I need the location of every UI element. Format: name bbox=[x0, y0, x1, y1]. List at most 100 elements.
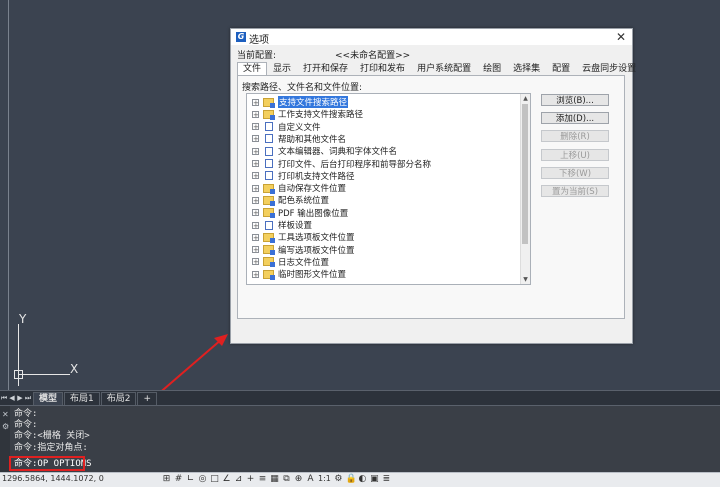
expand-icon[interactable]: + bbox=[252, 172, 259, 180]
tab-model[interactable]: 模型 bbox=[33, 391, 64, 405]
scroll-down-icon[interactable]: ▼ bbox=[521, 275, 530, 284]
tree-scrollbar[interactable]: ▲ ▼ bbox=[520, 94, 530, 284]
set-current-button[interactable]: 置为当前(S) bbox=[541, 185, 609, 197]
tree-item[interactable]: + 临时图形文件位置 bbox=[247, 268, 346, 280]
expand-icon[interactable]: + bbox=[252, 233, 259, 241]
close-command-icon[interactable]: ✕ bbox=[2, 410, 9, 419]
zoom-icon[interactable]: ⊕ bbox=[294, 474, 303, 484]
folder-icon bbox=[263, 97, 275, 108]
move-up-button[interactable]: 上移(U) bbox=[541, 149, 609, 161]
annotation-scale[interactable]: 1:1 bbox=[318, 474, 331, 484]
tree-item[interactable]: + 自定义文件 bbox=[247, 121, 321, 133]
tree-item-label: 帮助和其他文件名 bbox=[278, 134, 347, 145]
app-logo-icon: G bbox=[236, 32, 246, 42]
snap-icon[interactable]: ⊞ bbox=[162, 474, 171, 484]
first-tab-icon[interactable]: ⏮ bbox=[0, 394, 8, 403]
otrack-icon[interactable]: ∠ bbox=[222, 474, 231, 484]
tab-display[interactable]: 显示 bbox=[267, 62, 297, 75]
tab-plot-publish[interactable]: 打印和发布 bbox=[354, 62, 411, 75]
tab-user-preferences[interactable]: 用户系统配置 bbox=[411, 62, 477, 75]
tree-item[interactable]: + 打印文件、后台打印程序和前导部分名称 bbox=[247, 158, 431, 170]
expand-icon[interactable]: + bbox=[252, 123, 259, 131]
ortho-icon[interactable]: ∟ bbox=[186, 474, 195, 484]
status-bar: 1296.5864, 1444.1072, 0 ⊞ # ∟ ◎ □ ∠ ⊿ + … bbox=[0, 472, 720, 487]
expand-icon[interactable]: + bbox=[252, 209, 259, 217]
expand-icon[interactable]: + bbox=[252, 135, 259, 143]
tab-open-save[interactable]: 打开和保存 bbox=[297, 62, 354, 75]
command-history-line: 命令:指定对角点: bbox=[14, 442, 88, 453]
customize-icon[interactable]: ≣ bbox=[382, 474, 391, 484]
tree-item-label: 自定义文件 bbox=[278, 122, 321, 133]
expand-icon[interactable]: + bbox=[252, 98, 259, 106]
add-button[interactable]: 添加(D)... bbox=[541, 112, 609, 124]
lineweight-icon[interactable]: ≡ bbox=[258, 474, 267, 484]
expand-icon[interactable]: + bbox=[252, 184, 259, 192]
tab-selection[interactable]: 选择集 bbox=[507, 62, 546, 75]
selection-cycling-icon[interactable]: ⧉ bbox=[282, 474, 291, 484]
move-down-button[interactable]: 下移(W) bbox=[541, 167, 609, 179]
folder-icon bbox=[263, 232, 275, 243]
expand-icon[interactable]: + bbox=[252, 196, 259, 204]
ducs-icon[interactable]: ⊿ bbox=[234, 474, 243, 484]
expand-icon[interactable]: + bbox=[252, 147, 259, 155]
expand-icon[interactable]: + bbox=[252, 110, 259, 118]
browse-button[interactable]: 浏览(B)... bbox=[541, 94, 609, 106]
tab-layout2[interactable]: 布局2 bbox=[100, 391, 137, 405]
add-layout-icon[interactable]: + bbox=[137, 391, 158, 405]
tab-layout1[interactable]: 布局1 bbox=[64, 391, 100, 405]
polar-icon[interactable]: ◎ bbox=[198, 474, 207, 484]
expand-icon[interactable]: + bbox=[252, 160, 259, 168]
document-icon bbox=[265, 159, 273, 168]
tree-item[interactable]: + 文本编辑器、词典和字体文件名 bbox=[247, 145, 397, 157]
tree-item[interactable]: + 自动保存文件位置 bbox=[247, 182, 346, 194]
settings-icon[interactable]: ⚙ bbox=[2, 422, 9, 431]
scroll-up-icon[interactable]: ▲ bbox=[521, 94, 530, 103]
prev-tab-icon[interactable]: ◀ bbox=[8, 394, 16, 402]
command-history-line: 命令:<栅格 关闭> bbox=[14, 431, 90, 442]
scroll-thumb[interactable] bbox=[522, 104, 528, 244]
workspace-icon[interactable]: ⚙ bbox=[334, 474, 343, 484]
annotation-icon[interactable]: A bbox=[306, 474, 315, 484]
tree-item-label: 打印文件、后台打印程序和前导部分名称 bbox=[278, 159, 432, 170]
osnap-icon[interactable]: □ bbox=[210, 474, 219, 484]
tree-item[interactable]: + 帮助和其他文件名 bbox=[247, 133, 346, 145]
expand-icon[interactable]: + bbox=[252, 221, 259, 229]
tree-item[interactable]: + PDF 输出图像位置 bbox=[247, 207, 348, 219]
folder-icon bbox=[263, 208, 275, 219]
dialog-titlebar[interactable]: G 选项 ✕ bbox=[231, 29, 632, 46]
tree-item-label: 自动保存文件位置 bbox=[278, 184, 347, 195]
canvas-border-line bbox=[8, 0, 9, 390]
transparency-icon[interactable]: ▦ bbox=[270, 474, 279, 484]
expand-icon[interactable]: + bbox=[252, 270, 259, 278]
tree-item-label: 工具选项板文件位置 bbox=[278, 233, 355, 244]
remove-button[interactable]: 删除(R) bbox=[541, 130, 609, 142]
last-tab-icon[interactable]: ⏭ bbox=[24, 394, 32, 403]
tab-cloud-sync[interactable]: 云盘同步设置 bbox=[576, 62, 642, 75]
tree-item[interactable]: + 样板设置 bbox=[247, 219, 312, 231]
tree-item[interactable]: + 支持文件搜索路径 bbox=[247, 96, 349, 108]
fullscreen-icon[interactable]: ▣ bbox=[370, 474, 379, 484]
tree-item-label: 编写选项板文件位置 bbox=[278, 245, 355, 256]
tab-drafting[interactable]: 绘图 bbox=[477, 62, 507, 75]
dyn-icon[interactable]: + bbox=[246, 474, 255, 484]
lock-icon[interactable]: 🔒 bbox=[346, 474, 357, 484]
command-line[interactable]: 命令:OP OPTIONS bbox=[10, 458, 720, 470]
tab-files[interactable]: 文件 bbox=[237, 62, 268, 76]
folder-icon bbox=[263, 195, 275, 206]
search-path-tree[interactable]: ▲ ▼ + 支持文件搜索路径 + 工作支持文件搜索路径 + 自定义文件 + 帮助和其他文件名 +… bbox=[246, 93, 531, 285]
tree-item[interactable]: + 打印机支持文件路径 bbox=[247, 170, 355, 182]
tree-item[interactable]: + 工作支持文件搜索路径 bbox=[247, 108, 363, 120]
tree-item[interactable]: + 日志文件位置 bbox=[247, 256, 329, 268]
next-tab-icon[interactable]: ▶ bbox=[16, 394, 24, 402]
expand-icon[interactable]: + bbox=[252, 258, 259, 266]
tree-item[interactable]: + 工具选项板文件位置 bbox=[247, 231, 355, 243]
tree-item[interactable]: + 编写选项板文件位置 bbox=[247, 244, 355, 256]
tab-profiles[interactable]: 配置 bbox=[546, 62, 576, 75]
layout-tabbar: ⏮ ◀ ▶ ⏭ 模型 布局1 布局2 + bbox=[0, 390, 720, 405]
tree-item-label: PDF 输出图像位置 bbox=[278, 208, 349, 219]
isolate-icon[interactable]: ◐ bbox=[358, 474, 367, 484]
grid-icon[interactable]: # bbox=[174, 474, 183, 484]
expand-icon[interactable]: + bbox=[252, 246, 259, 254]
close-icon[interactable]: ✕ bbox=[616, 30, 626, 44]
tree-item[interactable]: + 配色系统位置 bbox=[247, 194, 329, 206]
